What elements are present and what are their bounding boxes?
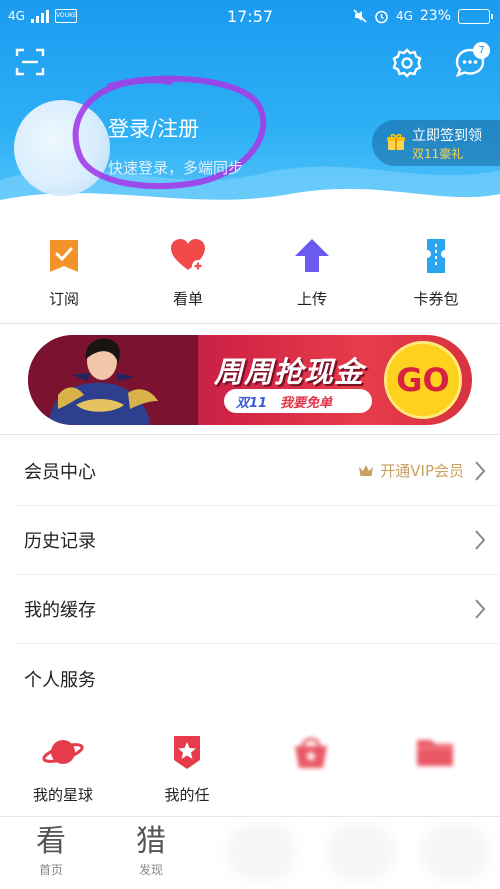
scan-button[interactable]: [12, 44, 48, 80]
banner-go-button[interactable]: GO: [384, 341, 462, 419]
messages-button[interactable]: 7: [450, 42, 490, 82]
service-item-4[interactable]: [380, 732, 490, 784]
status-bar: 4G VOUKE 17:57 4G 23%: [0, 0, 500, 34]
network-type-right: 4G: [395, 9, 413, 23]
quick-action-watchlist[interactable]: 看单: [148, 236, 228, 309]
quick-action-subscribe[interactable]: 订阅: [24, 236, 104, 309]
service-my-planet[interactable]: 我的星球: [8, 732, 118, 805]
signin-reward-label: 双11豪礼: [412, 147, 464, 161]
bottom-tab-bar: 看 首页 猎 发现: [0, 816, 500, 889]
history-label: 历史记录: [24, 531, 96, 552]
personal-services-label: 个人服务: [24, 670, 96, 691]
service-label: 我的任: [164, 786, 210, 804]
banner-headline: 周周抢现金: [214, 355, 365, 389]
member-center-row[interactable]: 会员中心 开通VIP会员: [0, 436, 500, 506]
history-row[interactable]: 历史记录: [0, 505, 500, 575]
quick-action-label: 订阅: [48, 290, 79, 308]
quick-action-tickets[interactable]: 卡券包: [396, 236, 476, 309]
basket-icon: [295, 737, 327, 768]
alarm-icon: [375, 10, 388, 23]
tab-discover-glyph: 猎: [136, 824, 166, 859]
message-count-badge: 7: [473, 42, 490, 59]
quick-action-upload[interactable]: 上传: [272, 236, 352, 309]
my-cache-row[interactable]: 我的缓存: [0, 574, 500, 644]
login-subtitle: 快速登录，多端同步: [108, 159, 244, 177]
personal-services-grid: 我的星球 我的任: [0, 732, 500, 805]
banner-pill-offer: 我要免单: [280, 396, 333, 411]
open-vip-link[interactable]: 开通VIP会员: [358, 460, 464, 481]
personal-services-header: 个人服务: [0, 644, 500, 714]
quick-actions: 订阅 看单 上传 卡券包: [0, 236, 500, 316]
ticket-icon: [427, 239, 445, 273]
open-vip-label: 开通VIP会员: [380, 462, 464, 480]
tab-home[interactable]: 看 首页: [6, 825, 96, 878]
section-divider: [0, 323, 500, 324]
chevron-right-icon: [475, 599, 486, 619]
section-divider: [0, 434, 500, 435]
upload-icon: [295, 239, 329, 272]
profile-header: 4G VOUKE 17:57 4G 23% 7 登录/注册 快速登录，多端同步 …: [0, 0, 500, 222]
service-item-3[interactable]: [256, 732, 366, 784]
quick-action-label: 上传: [296, 290, 327, 308]
battery-icon: [458, 8, 493, 24]
badge-icon: [174, 736, 200, 769]
tab-blurred-4[interactable]: [326, 823, 396, 881]
my-cache-label: 我的缓存: [24, 600, 96, 621]
member-center-label: 会员中心: [24, 462, 96, 483]
settings-button[interactable]: [388, 44, 426, 82]
subscribe-icon: [50, 240, 78, 272]
banner-model-image: [28, 335, 198, 425]
service-label: 我的星球: [32, 786, 93, 804]
gift-icon: [387, 133, 405, 150]
banner-pill-event: 双11: [236, 396, 268, 411]
chevron-right-icon: [475, 530, 486, 550]
tab-home-glyph: 看: [36, 824, 66, 859]
service-my-tasks[interactable]: 我的任: [132, 732, 242, 805]
tab-blurred-3[interactable]: [226, 823, 296, 881]
chevron-right-icon: [475, 461, 486, 481]
watchlist-heart-icon: [171, 239, 205, 272]
daily-signin-button[interactable]: 立即签到领 双11豪礼: [372, 120, 500, 166]
crown-icon: [359, 464, 374, 476]
tab-discover[interactable]: 猎 发现: [106, 825, 196, 878]
promo-banner[interactable]: 周周抢现金 双11 我要免单 GO: [28, 335, 472, 425]
battery-percent: 23%: [419, 8, 451, 24]
quick-action-label: 看单: [172, 290, 203, 308]
login-register-link[interactable]: 登录/注册: [108, 113, 199, 143]
banner-subtitle-pill: 双11 我要免单: [224, 389, 372, 413]
mute-icon: [353, 9, 367, 23]
tab-discover-label: 发现: [138, 863, 163, 877]
planet-icon: [42, 740, 84, 764]
gear-icon: [392, 48, 422, 78]
folder-icon: [417, 740, 453, 766]
scan-icon: [15, 48, 45, 76]
quick-action-label: 卡券包: [413, 290, 459, 308]
signin-label: 立即签到领: [412, 128, 482, 144]
tab-blurred-5[interactable]: [420, 823, 490, 881]
tab-home-label: 首页: [38, 863, 63, 877]
